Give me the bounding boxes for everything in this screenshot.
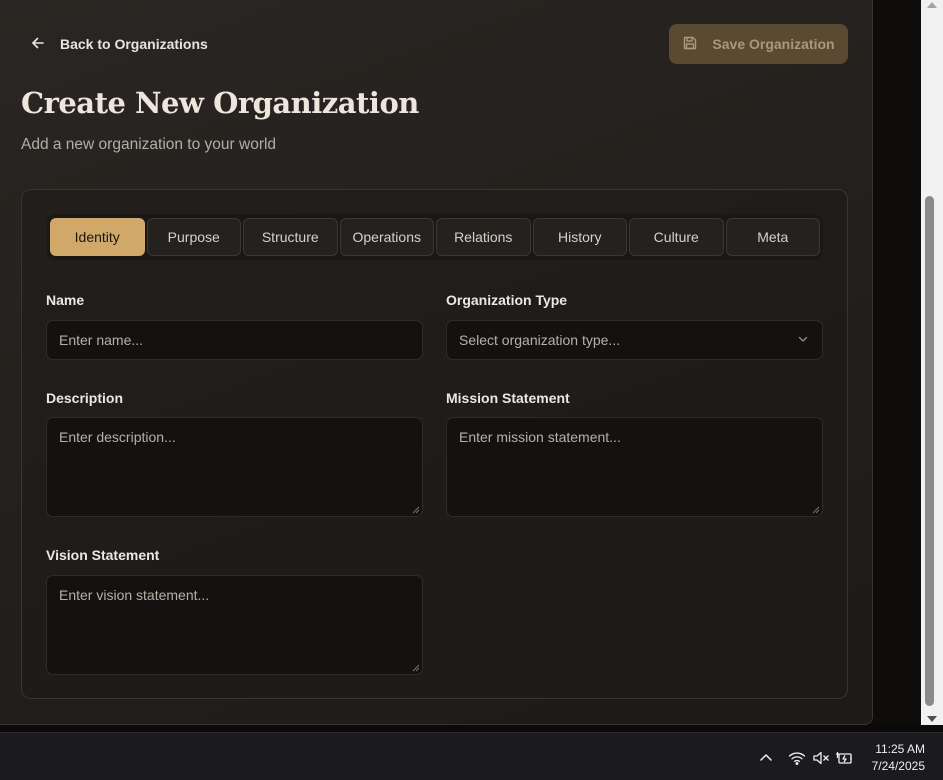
vision-statement-placeholder: Enter vision statement... — [59, 587, 210, 603]
organization-type-label: Organization Type — [446, 292, 568, 308]
tab-operations[interactable]: Operations — [339, 218, 434, 256]
tab-purpose[interactable]: Purpose — [146, 218, 241, 256]
system-clock[interactable]: 11:25 AM 7/24/2025 — [872, 741, 925, 775]
mission-statement-label: Mission Statement — [446, 390, 570, 406]
description-placeholder: Enter description... — [59, 429, 176, 445]
description-textarea[interactable]: Enter description... — [46, 417, 423, 517]
save-icon — [682, 35, 698, 54]
resize-grip-icon[interactable] — [412, 664, 420, 672]
clock-time: 11:25 AM — [875, 742, 925, 756]
organization-type-select[interactable]: Select organization type... — [446, 320, 823, 360]
resize-grip-icon[interactable] — [412, 506, 420, 514]
organization-type-placeholder: Select organization type... — [459, 332, 621, 348]
tab-identity[interactable]: Identity — [50, 218, 145, 256]
app-window: Back to Organizations Save Organization … — [0, 0, 873, 725]
vertical-scrollbar[interactable] — [921, 0, 943, 725]
vision-statement-label: Vision Statement — [46, 547, 160, 563]
back-link-label: Back to Organizations — [60, 36, 208, 52]
chevron-up-icon[interactable] — [757, 749, 775, 767]
taskbar: 11:25 AM 7/24/2025 — [0, 732, 943, 780]
speaker-muted-icon[interactable] — [812, 749, 830, 767]
back-to-organizations-link[interactable]: Back to Organizations — [30, 28, 208, 60]
scroll-up-arrow-icon[interactable] — [927, 2, 937, 8]
arrow-left-icon — [30, 35, 46, 54]
save-button-label: Save Organization — [712, 36, 835, 52]
scrollbar-thumb[interactable] — [925, 196, 934, 706]
wifi-icon[interactable] — [788, 749, 806, 767]
page-subtitle: Add a new organization to your world — [21, 136, 277, 153]
mission-statement-textarea[interactable]: Enter mission statement... — [446, 417, 823, 517]
page-title: Create New Organization — [21, 86, 419, 120]
window-edge — [873, 0, 921, 725]
tab-relations[interactable]: Relations — [436, 218, 531, 256]
battery-charging-icon[interactable] — [835, 749, 854, 767]
tab-meta[interactable]: Meta — [725, 218, 820, 256]
vision-statement-textarea[interactable]: Enter vision statement... — [46, 575, 423, 675]
tab-bar: Identity Purpose Structure Operations Re… — [47, 214, 823, 260]
name-label: Name — [46, 292, 85, 308]
resize-grip-icon[interactable] — [812, 506, 820, 514]
tab-structure[interactable]: Structure — [243, 218, 338, 256]
name-placeholder: Enter name... — [59, 332, 144, 348]
name-input[interactable]: Enter name... — [46, 320, 423, 360]
tab-culture[interactable]: Culture — [629, 218, 724, 256]
scroll-down-arrow-icon[interactable] — [927, 716, 937, 722]
save-organization-button[interactable]: Save Organization — [669, 24, 848, 64]
chevron-down-icon — [796, 332, 810, 349]
mission-statement-placeholder: Enter mission statement... — [459, 429, 621, 445]
description-label: Description — [46, 390, 124, 406]
clock-date: 7/24/2025 — [871, 759, 925, 773]
tab-history[interactable]: History — [532, 218, 627, 256]
